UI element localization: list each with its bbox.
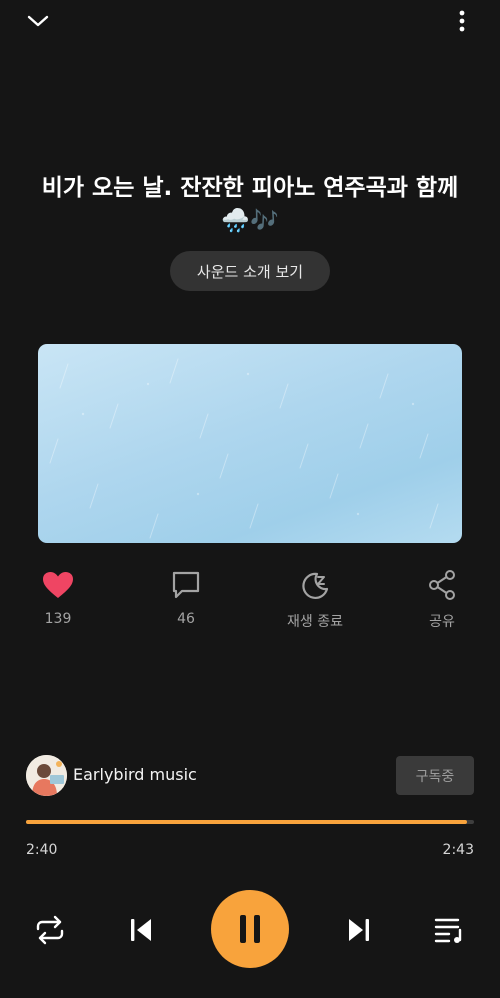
collapse-button[interactable]	[22, 8, 54, 34]
sound-intro-button[interactable]: 사운드 소개 보기	[170, 251, 330, 291]
channel-avatar[interactable]	[26, 755, 67, 796]
track-actions: 139 46 재생 종료 공유	[0, 568, 500, 632]
chevron-down-icon	[27, 15, 49, 27]
comment-button[interactable]: 46	[141, 568, 231, 627]
playlist-button[interactable]	[430, 912, 468, 948]
next-button[interactable]	[342, 912, 376, 948]
previous-button[interactable]	[124, 912, 158, 948]
repeat-button[interactable]	[31, 912, 69, 948]
heart-icon	[43, 572, 73, 598]
comment-count: 46	[177, 611, 195, 627]
like-button[interactable]: 139	[13, 568, 103, 627]
share-label: 공유	[429, 614, 455, 630]
more-options-button[interactable]	[450, 6, 474, 36]
channel-row: Earlybird music 구독중	[26, 755, 474, 797]
share-icon	[429, 570, 455, 600]
elapsed-time: 2:40	[26, 842, 58, 858]
more-vertical-icon	[459, 10, 465, 32]
playlist-icon	[434, 918, 462, 943]
skip-previous-icon	[131, 919, 151, 941]
track-title: 비가 오는 날. 잔잔한 피아노 연주곡과 함께🌧️🎶	[41, 175, 459, 234]
subscribe-button[interactable]: 구독중	[396, 756, 474, 795]
play-pause-button[interactable]	[211, 890, 289, 968]
share-button[interactable]: 공유	[397, 568, 487, 631]
pause-icon	[240, 915, 260, 943]
like-count: 139	[44, 611, 72, 627]
skip-next-icon	[349, 919, 369, 941]
moon-zz-icon	[302, 572, 329, 599]
progress-fill	[26, 820, 468, 824]
progress-bar[interactable]	[26, 820, 474, 824]
track-artwork	[38, 344, 462, 543]
total-time: 2:43	[442, 842, 474, 858]
channel-name[interactable]: Earlybird music	[73, 765, 197, 784]
repeat-icon	[36, 915, 64, 945]
sleep-timer-label: 재생 종료	[287, 614, 343, 630]
sleep-timer-button[interactable]: 재생 종료	[270, 568, 360, 631]
comment-icon	[172, 571, 200, 599]
